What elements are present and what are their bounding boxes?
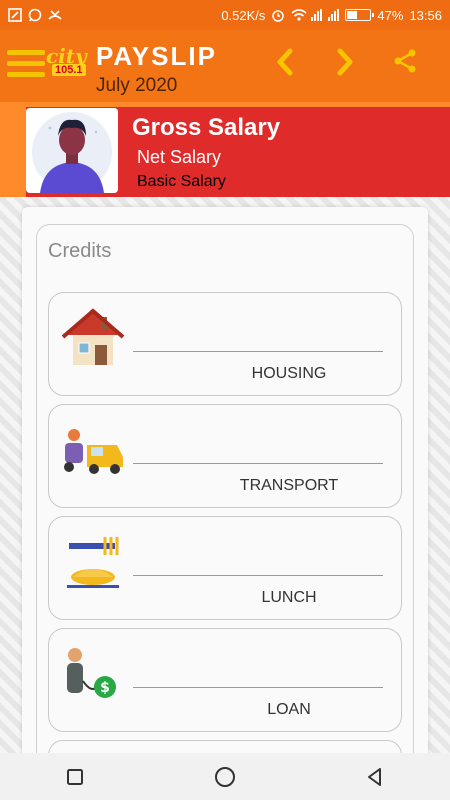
basic-salary-label: Basic Salary <box>137 173 226 190</box>
alarm-icon <box>271 8 285 22</box>
logo-frequency: 105.1 <box>52 64 86 76</box>
back-triangle-icon <box>368 767 381 786</box>
system-navigation-bar <box>0 753 450 800</box>
signal-icon <box>311 9 323 21</box>
menu-icon[interactable] <box>7 50 45 82</box>
square-icon <box>67 768 83 785</box>
credit-item-loan[interactable]: $ LOAN <box>48 628 402 732</box>
loan-icon: $ <box>61 641 125 707</box>
credit-label: LUNCH <box>261 589 317 606</box>
chevron-left-icon <box>277 48 293 76</box>
missed-call-icon <box>48 8 62 22</box>
battery-percent: 47% <box>377 7 404 23</box>
previous-month-button[interactable] <box>270 48 300 82</box>
signal-icon-2 <box>328 9 340 21</box>
credit-item-lunch[interactable]: LUNCH <box>48 516 402 620</box>
credit-item-transport[interactable]: TRANSPORT <box>48 404 402 508</box>
wifi-icon <box>291 8 307 22</box>
home-button[interactable] <box>210 762 240 792</box>
lunch-icon <box>61 529 125 595</box>
whatsapp-icon <box>28 8 42 22</box>
status-bar: 0.52K/s 47% 13:56 <box>0 0 450 30</box>
back-button[interactable] <box>360 762 390 792</box>
period-label: July 2020 <box>96 75 178 96</box>
house-icon <box>61 305 125 371</box>
chevron-right-icon <box>337 48 353 76</box>
clock: 13:56 <box>409 7 442 23</box>
battery-icon <box>345 9 375 21</box>
share-icon <box>394 49 416 73</box>
avatar[interactable] <box>26 108 118 193</box>
transport-icon <box>61 417 125 483</box>
recent-apps-button[interactable] <box>60 762 90 792</box>
page-title: PAYSLIP <box>96 41 217 71</box>
credit-label: TRANSPORT <box>239 477 339 494</box>
svg-text:$: $ <box>100 680 110 696</box>
credit-item-housing[interactable]: HOUSING <box>48 292 402 396</box>
share-button[interactable] <box>390 48 420 82</box>
credit-label: HOUSING <box>251 365 327 382</box>
circle-icon <box>215 766 235 787</box>
city-logo: city 105.1 <box>46 44 90 84</box>
app-bar: city 105.1 PAYSLIP July 2020 <box>0 30 450 102</box>
net-salary-label: Net Salary <box>137 147 222 167</box>
credit-label: LOAN <box>267 701 311 718</box>
network-speed: 0.52K/s <box>221 7 266 23</box>
next-month-button[interactable] <box>330 48 360 82</box>
credits-heading: Credits <box>48 240 112 262</box>
screenshot-icon <box>8 8 22 22</box>
gross-salary-label: Gross Salary <box>132 114 281 141</box>
